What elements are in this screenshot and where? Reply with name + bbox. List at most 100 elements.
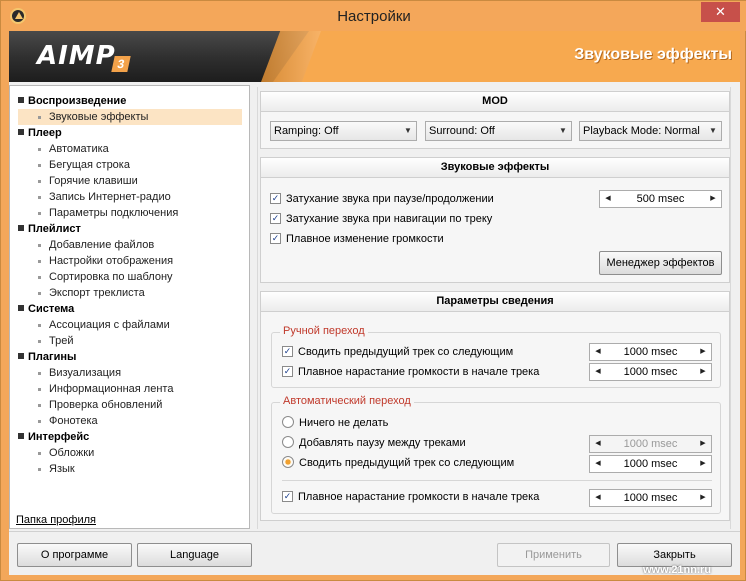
tree-item-ticker[interactable]: Бегущая строка [38, 157, 130, 173]
mixing-panel-title: Параметры сведения [261, 292, 729, 312]
tree-item-radio-recording[interactable]: Запись Интернет-радио [38, 189, 171, 205]
checkmark-icon: ✓ [282, 365, 293, 377]
window-client-area: AIMP 3 Звуковые эффекты Воспроизведение … [9, 31, 740, 575]
tree-item-update-check[interactable]: Проверка обновлений [38, 397, 162, 413]
surround-select[interactable]: Surround: Off ▼ [425, 121, 572, 141]
header-banner: AIMP 3 Звуковые эффекты [9, 31, 740, 82]
tree-bullet-icon [18, 97, 24, 104]
settings-content: MOD Ramping: Off ▼ Surround: Off ▼ Playbac… [257, 87, 731, 529]
tree-group-interface[interactable]: Интерфейс [18, 429, 89, 445]
tree-group-playback[interactable]: Воспроизведение [18, 93, 126, 109]
effects-manager-button[interactable]: Менеджер эффектов [599, 251, 722, 275]
fade-seek-checkbox[interactable]: ✓ Затухание звука при навигации по треку [270, 211, 492, 227]
about-button[interactable]: О программе [17, 543, 132, 567]
checkmark-icon: ✓ [282, 345, 293, 357]
manual-crossfade-stepper[interactable]: ◀ 1000 msec ▶ [589, 343, 712, 361]
tree-item-skins[interactable]: Обложки [38, 445, 94, 461]
manual-fadein-checkbox[interactable]: ✓ Плавное нарастание громкости в начале т… [282, 364, 539, 380]
tree-item-visualization[interactable]: Визуализация [38, 365, 121, 381]
increment-arrow-icon[interactable]: ▶ [697, 490, 709, 506]
ramping-select[interactable]: Ramping: Off ▼ [270, 121, 417, 141]
manual-transition-group: Ручной переход ✓ Сводить предыдущий трек … [271, 325, 721, 388]
decrement-arrow-icon: ◀ [595, 440, 601, 447]
checkmark-icon: ✓ [270, 192, 281, 204]
tree-item-file-association[interactable]: Ассоциация с файлами [38, 317, 170, 333]
title-bar[interactable]: Настройки ✕ [1, 1, 746, 31]
tree-item-music-library[interactable]: Фонотека [38, 413, 98, 429]
smooth-volume-checkbox[interactable]: ✓ Плавное изменение громкости [270, 231, 444, 247]
tree-group-system[interactable]: Система [18, 301, 74, 317]
tree-item-add-files[interactable]: Добавление файлов [38, 237, 154, 253]
tree-item-tray[interactable]: Трей [38, 333, 73, 349]
chevron-down-icon: ▼ [559, 126, 567, 135]
mod-panel: MOD Ramping: Off ▼ Surround: Off ▼ Playbac… [260, 91, 730, 149]
tree-bullet-icon [18, 433, 24, 440]
auto-pause-radio[interactable]: Добавлять паузу между треками [282, 435, 466, 451]
section-title: Звуковые эффекты [574, 46, 732, 63]
radio-selected-icon [282, 456, 294, 469]
tree-group-playlist[interactable]: Плейлист [18, 221, 81, 237]
tree-item-sound-effects[interactable]: Звуковые эффекты [18, 109, 242, 125]
mixing-panel: Параметры сведения Ручной переход ✓ Своди… [260, 291, 730, 521]
profile-folder-link[interactable]: Папка профиля [16, 514, 96, 526]
settings-tree[interactable]: Воспроизведение Звуковые эффекты Плеер А… [9, 85, 250, 529]
fade-pause-checkbox[interactable]: ✓ Затухание звука при паузе/продолжении [270, 191, 494, 207]
tree-bullet-icon [18, 129, 24, 136]
window-close-button[interactable]: ✕ [701, 2, 740, 22]
manual-transition-title: Ручной переход [280, 325, 368, 337]
tree-item-hotkeys[interactable]: Горячие клавиши [38, 173, 138, 189]
tree-item-display-settings[interactable]: Настройки отображения [38, 253, 173, 269]
tree-item-info-feed[interactable]: Информационная лента [38, 381, 173, 397]
auto-fadein-checkbox[interactable]: ✓ Плавное нарастание громкости в начале т… [282, 489, 539, 505]
decrement-arrow-icon[interactable]: ◀ [592, 344, 604, 360]
tree-item-sort-template[interactable]: Сортировка по шаблону [38, 269, 173, 285]
tree-item-export-tracklist[interactable]: Экспорт треклиста [38, 285, 145, 301]
dialog-button-bar: О программе Language Применить Закрыть [9, 531, 740, 575]
watermark: www.21nn.ru [643, 564, 712, 576]
divider [282, 480, 712, 481]
radio-circle-icon [282, 436, 294, 449]
increment-arrow-icon[interactable]: ▶ [697, 344, 709, 360]
tree-item-language[interactable]: Язык [38, 461, 75, 477]
chevron-down-icon: ▼ [709, 126, 717, 135]
tree-group-plugins[interactable]: Плагины [18, 349, 76, 365]
manual-fadein-stepper[interactable]: ◀ 1000 msec ▶ [589, 363, 712, 381]
radio-circle-icon [282, 416, 294, 429]
increment-arrow-icon[interactable]: ▶ [697, 364, 709, 380]
checkmark-icon: ✓ [270, 212, 281, 224]
decrement-arrow-icon[interactable]: ◀ [592, 364, 604, 380]
mod-panel-title: MOD [261, 92, 729, 112]
effects-panel-title: Звуковые эффекты [261, 158, 729, 178]
tree-item-connection[interactable]: Параметры подключения [38, 205, 178, 221]
auto-pause-stepper: ◀ 1000 msec ▶ [589, 435, 712, 453]
auto-transition-title: Автоматический переход [280, 395, 414, 407]
auto-crossfade-stepper[interactable]: ◀ 1000 msec ▶ [589, 455, 712, 473]
aimp-logo: AIMP [37, 41, 116, 71]
tree-item-automation[interactable]: Автоматика [38, 141, 109, 157]
increment-arrow-icon[interactable]: ▶ [707, 191, 719, 207]
fade-duration-stepper[interactable]: ◀ 500 msec ▶ [599, 190, 722, 208]
settings-window: Настройки ✕ AIMP 3 Звуковые эффекты Восп… [0, 0, 746, 581]
tree-group-player[interactable]: Плеер [18, 125, 62, 141]
auto-fadein-stepper[interactable]: ◀ 1000 msec ▶ [589, 489, 712, 507]
chevron-down-icon: ▼ [404, 126, 412, 135]
tree-bullet-icon [18, 225, 24, 232]
decrement-arrow-icon[interactable]: ◀ [592, 490, 604, 506]
tree-bullet-icon [18, 305, 24, 312]
decrement-arrow-icon[interactable]: ◀ [602, 191, 614, 207]
auto-nothing-radio[interactable]: Ничего не делать [282, 415, 388, 431]
effects-panel: Звуковые эффекты ✓ Затухание звука при па… [260, 157, 730, 283]
apply-button: Применить [497, 543, 610, 567]
manual-crossfade-checkbox[interactable]: ✓ Сводить предыдущий трек со следующим [282, 344, 513, 360]
window-title: Настройки [337, 8, 411, 25]
increment-arrow-icon: ▶ [700, 440, 706, 447]
decrement-arrow-icon[interactable]: ◀ [592, 456, 604, 472]
aimp-logo-version: 3 [111, 56, 131, 72]
checkmark-icon: ✓ [282, 490, 293, 502]
increment-arrow-icon[interactable]: ▶ [697, 456, 709, 472]
language-button[interactable]: Language [137, 543, 252, 567]
auto-transition-group: Автоматический переход Ничего не делать … [271, 395, 721, 514]
playback-mode-select[interactable]: Playback Mode: Normal ▼ [579, 121, 722, 141]
checkmark-icon: ✓ [270, 232, 281, 244]
auto-crossfade-radio[interactable]: Сводить предыдущий трек со следующим [282, 455, 514, 471]
